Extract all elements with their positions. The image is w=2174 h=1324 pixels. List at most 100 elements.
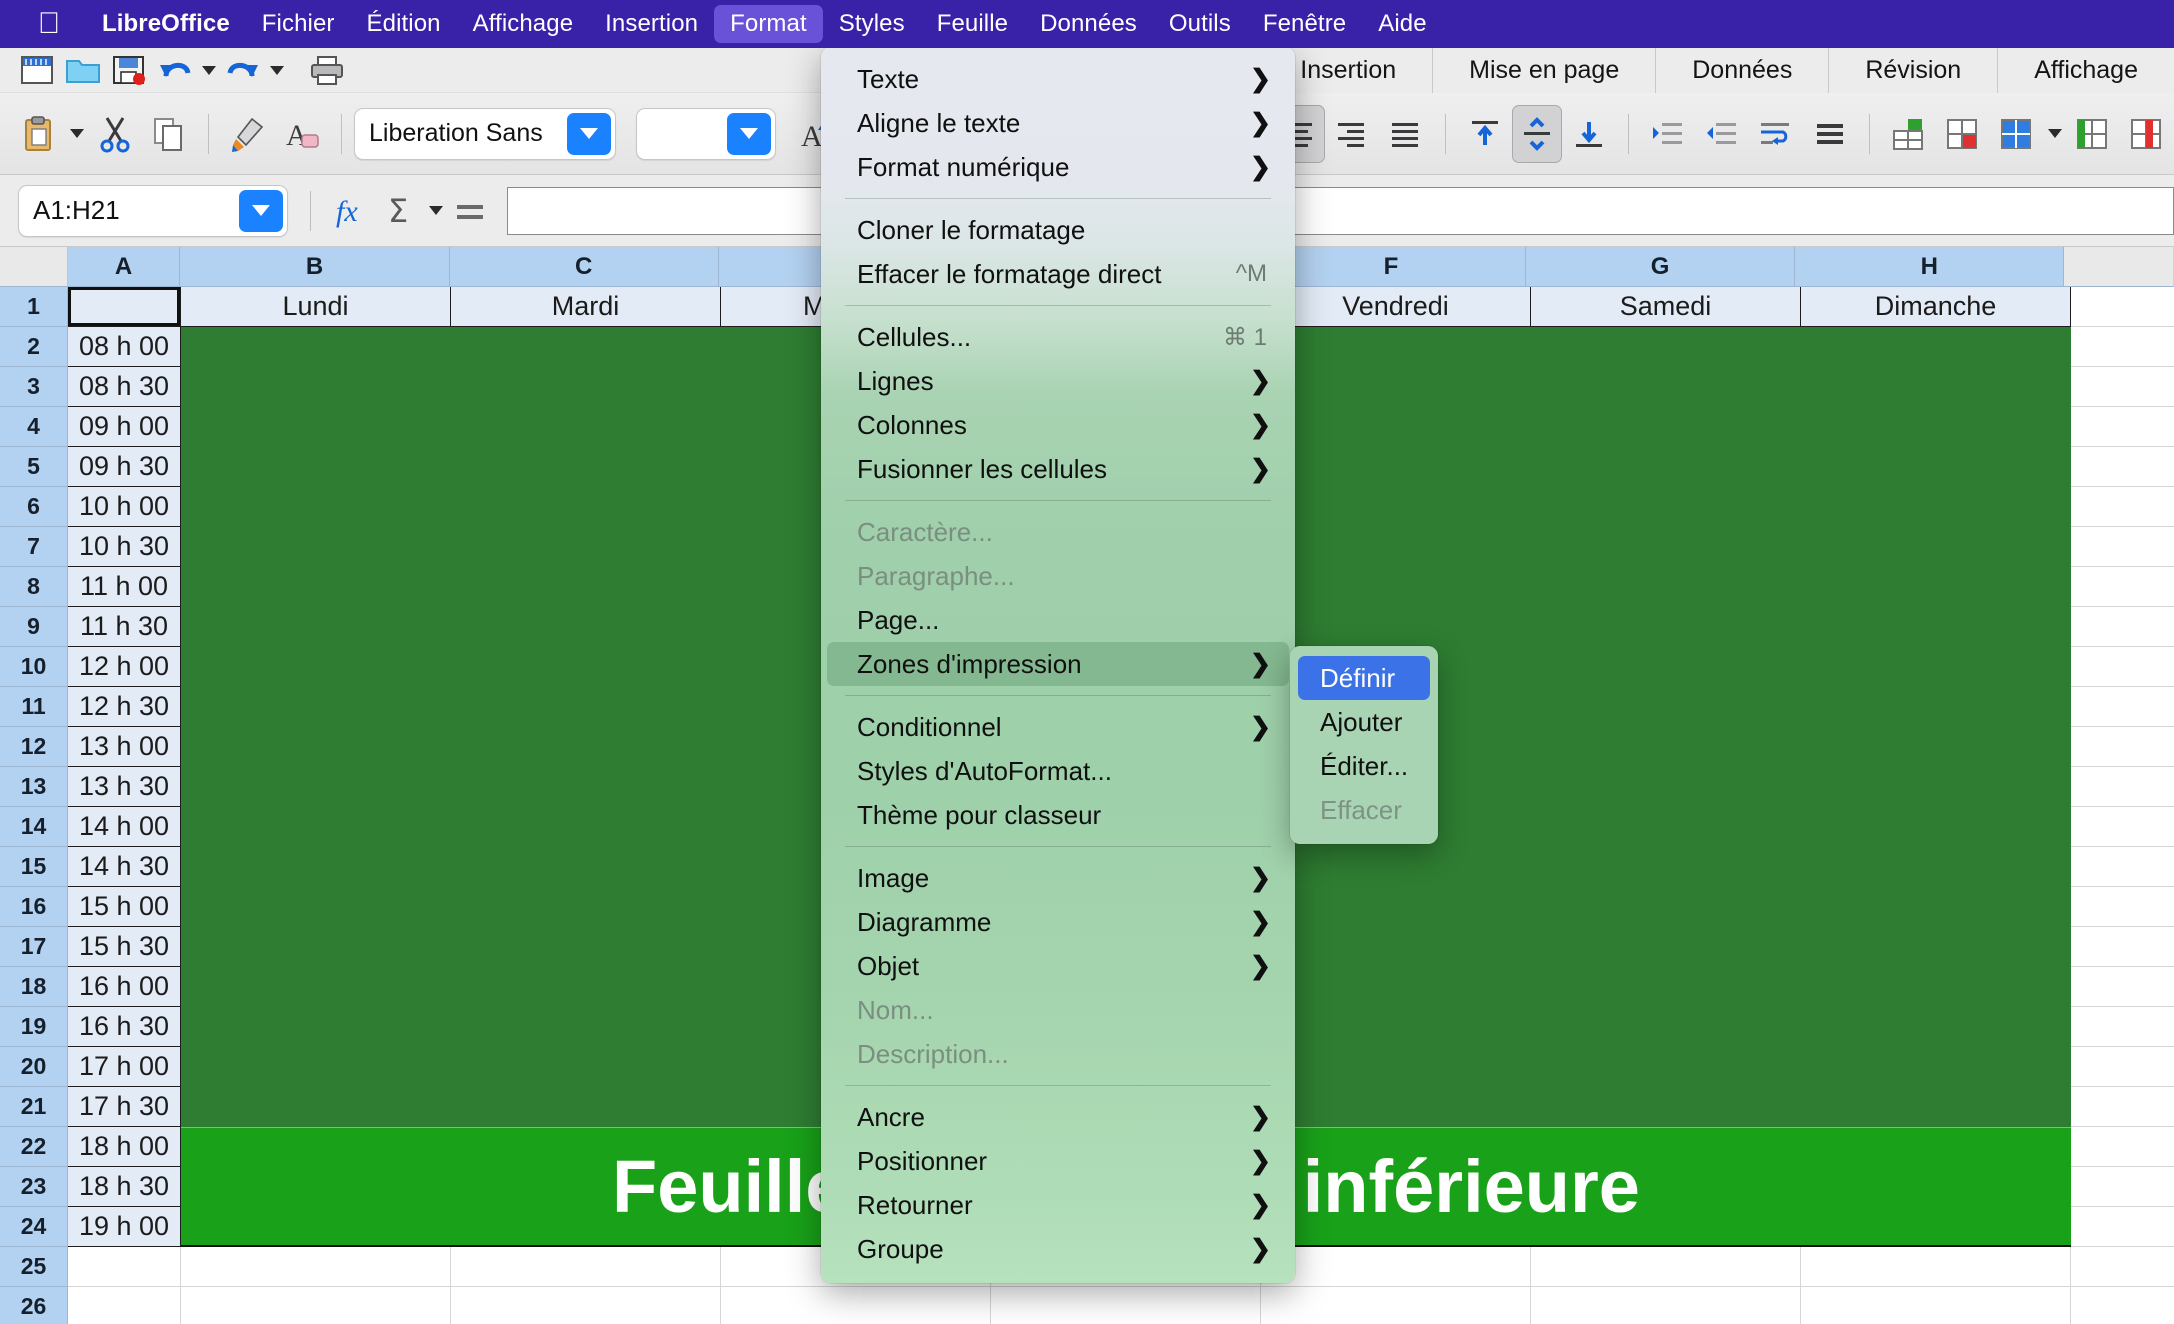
format-menu-item-ancre[interactable]: Ancre ❯	[827, 1095, 1289, 1139]
cell-time-12[interactable]: 13 h 00	[68, 727, 181, 767]
sigma-icon[interactable]: Σ	[379, 185, 425, 237]
cell-time-15[interactable]: 14 h 30	[68, 847, 181, 887]
cell-I13[interactable]	[2071, 767, 2174, 807]
cell-H26[interactable]	[1801, 1287, 2071, 1324]
increase-indent-icon[interactable]	[1641, 103, 1695, 165]
format-menu-item-page[interactable]: Page...	[827, 598, 1289, 642]
cell-time-13[interactable]: 13 h 30	[68, 767, 181, 807]
cell-time-3[interactable]: 08 h 30	[68, 367, 181, 407]
row-header-6[interactable]: 6	[0, 487, 68, 527]
menubar-item-libreoffice[interactable]: LibreOffice	[86, 5, 246, 43]
row-header-3[interactable]: 3	[0, 367, 68, 407]
clear-formatting-icon[interactable]: A	[275, 103, 329, 165]
row-header-23[interactable]: 23	[0, 1167, 68, 1207]
row-header-4[interactable]: 4	[0, 407, 68, 447]
cell-time-18[interactable]: 16 h 00	[68, 967, 181, 1007]
cell-I14[interactable]	[2071, 807, 2174, 847]
cell-I15[interactable]	[2071, 847, 2174, 887]
cell-I11[interactable]	[2071, 687, 2174, 727]
row-header-15[interactable]: 15	[0, 847, 68, 887]
cell-I22[interactable]	[2071, 1127, 2174, 1167]
menubar-item-dition[interactable]: Édition	[351, 5, 457, 43]
cell-time-8[interactable]: 11 h 00	[68, 567, 181, 607]
cell-A25[interactable]	[68, 1247, 181, 1287]
menubar-item-fichier[interactable]: Fichier	[246, 5, 351, 43]
row-header-26[interactable]: 26	[0, 1287, 68, 1324]
cell-F25[interactable]	[1261, 1247, 1531, 1287]
undo-dropdown-caret-icon[interactable]	[198, 50, 220, 90]
cell-D26[interactable]	[721, 1287, 991, 1324]
cell-time-5[interactable]: 09 h 30	[68, 447, 181, 487]
format-menu-item-conditionnel[interactable]: Conditionnel ❯	[827, 705, 1289, 749]
align-justified-icon[interactable]	[1379, 103, 1433, 165]
formula-input[interactable]	[507, 186, 2174, 235]
cell-I2[interactable]	[2071, 327, 2174, 367]
row-header-17[interactable]: 17	[0, 927, 68, 967]
font-size-input[interactable]	[636, 107, 776, 160]
cell-I6[interactable]	[2071, 487, 2174, 527]
format-menu-item-image[interactable]: Image ❯	[827, 856, 1289, 900]
format-menu-item-retourner[interactable]: Retourner ❯	[827, 1183, 1289, 1227]
ribbon-tab-affichage[interactable]: Affichage	[1997, 48, 2174, 93]
cell-time-6[interactable]: 10 h 00	[68, 487, 181, 527]
cell-C25[interactable]	[451, 1247, 721, 1287]
row-header-18[interactable]: 18	[0, 967, 68, 1007]
wrap-text-icon[interactable]	[1749, 103, 1803, 165]
undo-icon[interactable]	[152, 50, 198, 90]
select-all-corner[interactable]	[0, 247, 68, 287]
cell-B26[interactable]	[181, 1287, 451, 1324]
cell-I26[interactable]	[2071, 1287, 2174, 1324]
cell-I18[interactable]	[2071, 967, 2174, 1007]
border-color-icon[interactable]	[2120, 103, 2174, 165]
cell-I16[interactable]	[2071, 887, 2174, 927]
menubar-item-affichage[interactable]: Affichage	[457, 5, 590, 43]
cell-I12[interactable]	[2071, 727, 2174, 767]
menubar-item-aide[interactable]: Aide	[1362, 5, 1442, 43]
cell-I3[interactable]	[2071, 367, 2174, 407]
format-menu-item-aligneletexte[interactable]: Aligne le texte ❯	[827, 101, 1289, 145]
menubar-item-feuille[interactable]: Feuille	[921, 5, 1024, 43]
cell-H25[interactable]	[1801, 1247, 2071, 1287]
cell-day-5[interactable]: Vendredi	[1261, 287, 1531, 327]
borders-dropdown-caret-icon[interactable]	[2044, 114, 2066, 154]
row-header-25[interactable]: 25	[0, 1247, 68, 1287]
cell-day-1[interactable]: Lundi	[181, 287, 451, 327]
cell-I1[interactable]	[2071, 287, 2174, 327]
column-header-C[interactable]: C	[449, 247, 719, 287]
row-header-1[interactable]: 1	[0, 287, 68, 327]
menubar-item-format[interactable]: Format	[714, 5, 823, 43]
row-header-5[interactable]: 5	[0, 447, 68, 487]
format-menu-item-zonesdimpression[interactable]: Zones d'impression ❯	[827, 642, 1289, 686]
print-range-item-ajouter[interactable]: Ajouter	[1298, 700, 1430, 744]
format-menu-item-groupe[interactable]: Groupe ❯	[827, 1227, 1289, 1271]
cell-time-2[interactable]: 08 h 00	[68, 327, 181, 367]
fx-icon[interactable]: fx	[333, 185, 379, 237]
format-menu-item-diagramme[interactable]: Diagramme ❯	[827, 900, 1289, 944]
row-header-16[interactable]: 16	[0, 887, 68, 927]
redo-icon[interactable]	[220, 50, 266, 90]
print-icon[interactable]	[304, 50, 350, 90]
row-header-19[interactable]: 19	[0, 1007, 68, 1047]
print-range-item-diter[interactable]: Éditer...	[1298, 744, 1430, 788]
column-header-A[interactable]: A	[67, 247, 181, 287]
cell-time-7[interactable]: 10 h 30	[68, 527, 181, 567]
cell-I5[interactable]	[2071, 447, 2174, 487]
menubar-item-donnes[interactable]: Données	[1024, 5, 1153, 43]
row-header-12[interactable]: 12	[0, 727, 68, 767]
cell-I21[interactable]	[2071, 1087, 2174, 1127]
row-header-21[interactable]: 21	[0, 1087, 68, 1127]
cell-time-16[interactable]: 15 h 00	[68, 887, 181, 927]
cell-A26[interactable]	[68, 1287, 181, 1324]
cell-day-6[interactable]: Samedi	[1531, 287, 1801, 327]
column-header-F[interactable]: F	[1256, 247, 1527, 287]
menubar-item-insertion[interactable]: Insertion	[589, 5, 714, 43]
format-menu-item-positionner[interactable]: Positionner ❯	[827, 1139, 1289, 1183]
print-range-item-dfinir[interactable]: Définir	[1298, 656, 1430, 700]
cell-I9[interactable]	[2071, 607, 2174, 647]
format-menu-item-texte[interactable]: Texte ❯	[827, 57, 1289, 101]
name-box[interactable]: A1:H21	[18, 184, 288, 237]
ribbon-tab-miseenpage[interactable]: Mise en page	[1432, 48, 1655, 93]
row-header-14[interactable]: 14	[0, 807, 68, 847]
copy-icon[interactable]	[142, 103, 196, 165]
row-header-10[interactable]: 10	[0, 647, 68, 687]
